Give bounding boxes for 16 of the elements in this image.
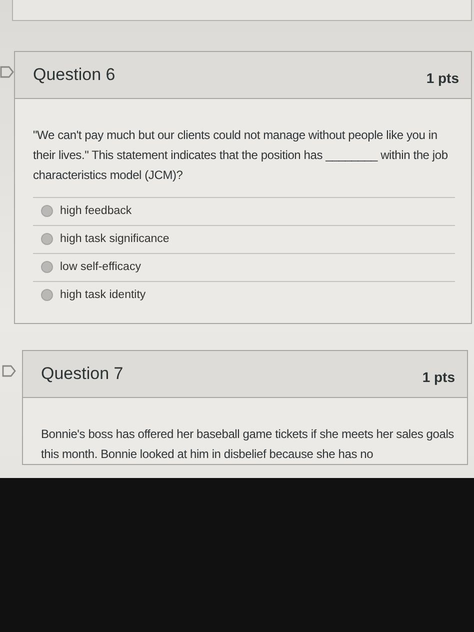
radio-button[interactable] [41, 261, 53, 273]
answer-option[interactable]: low self-efficacy [33, 253, 455, 281]
points-label: 1 pts [426, 70, 459, 86]
points-label: 1 pts [422, 369, 455, 385]
question-title: Question 7 [41, 364, 124, 384]
radio-button[interactable] [41, 233, 53, 245]
question-title: Question 6 [33, 65, 116, 85]
radio-button[interactable] [41, 205, 53, 217]
answer-option[interactable]: high task significance [33, 225, 455, 253]
question-text: "We can't pay much but our clients could not manage without people like you in their lives." This statement indicates that the position has ________ within the job characteristics model (JCM)? [33, 127, 449, 184]
answer-option[interactable]: high feedback [33, 197, 455, 225]
answer-option[interactable]: high task identity [33, 281, 455, 309]
bookmark-icon[interactable] [2, 364, 16, 378]
radio-button[interactable] [41, 289, 53, 301]
question-text: Bonnie's boss has offered her baseball game tickets if she meets her sales goals this month. Bonnie looked at him in disbelief because she has no [41, 426, 455, 463]
bookmark-icon[interactable] [0, 65, 14, 79]
